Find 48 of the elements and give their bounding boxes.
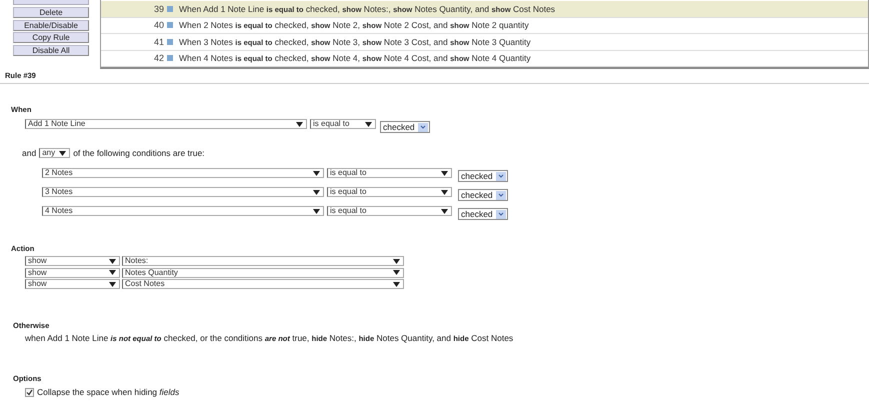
target-dropdown[interactable]: Cost Notes <box>122 279 404 289</box>
square-icon <box>167 38 173 45</box>
caret-icon <box>313 170 320 176</box>
square-icon <box>167 6 173 12</box>
rule-number: 41 <box>152 36 164 47</box>
value-dropdown[interactable]: checked <box>380 121 430 133</box>
caret-icon <box>441 208 448 214</box>
chevron-icon <box>496 172 506 180</box>
chevron-icon <box>496 210 506 218</box>
action-dropdown[interactable]: show <box>25 268 120 278</box>
operator-dropdown[interactable]: is equal to <box>327 168 452 178</box>
caret-icon <box>365 122 372 126</box>
match-dropdown[interactable]: any <box>39 148 70 158</box>
chevron-icon <box>496 190 506 200</box>
caret-icon <box>59 150 66 156</box>
sidebar-button[interactable]: Disable All <box>13 44 89 56</box>
value-dropdown[interactable]: checked <box>458 170 508 182</box>
operator-dropdown[interactable]: is equal to <box>327 187 452 197</box>
square-icon <box>167 55 173 62</box>
rule-number: 42 <box>152 53 164 64</box>
operator-dropdown[interactable]: is equal to <box>310 119 376 129</box>
field-dropdown[interactable]: 4 Notes <box>42 206 324 216</box>
sidebar-button[interactable]: Delete <box>13 7 89 18</box>
sidebar-button[interactable]: Enable/Disable <box>13 20 89 30</box>
caret-icon <box>441 190 448 194</box>
condition-label: of the following conditions are true: <box>73 148 205 158</box>
square-icon <box>167 22 173 28</box>
rule-number: 39 <box>152 4 164 14</box>
option-label: Collapse the space when hiding fields <box>37 387 180 397</box>
field-dropdown[interactable]: 2 Notes <box>42 168 324 178</box>
caret-icon <box>313 208 320 214</box>
sidebar-button[interactable]: Copy Rule <box>13 32 89 43</box>
action-dropdown[interactable]: show <box>25 256 120 266</box>
chevron-icon <box>418 122 428 132</box>
condition-label: and <box>22 148 36 158</box>
target-dropdown[interactable]: Notes Quantity <box>122 268 404 278</box>
action-dropdown[interactable]: show <box>25 279 120 289</box>
caret-icon <box>296 122 303 126</box>
caret-icon <box>441 170 448 176</box>
field-dropdown[interactable]: Add 1 Note Line <box>25 119 307 129</box>
caret-icon <box>313 190 320 194</box>
target-dropdown[interactable]: Notes: <box>122 256 404 266</box>
field-dropdown[interactable]: 3 Notes <box>42 187 324 197</box>
value-dropdown[interactable]: checked <box>458 208 508 220</box>
checkbox[interactable] <box>25 388 34 396</box>
operator-dropdown[interactable]: is equal to <box>327 206 452 216</box>
rule-number: 40 <box>152 20 164 30</box>
value-dropdown[interactable]: checked <box>458 189 508 201</box>
